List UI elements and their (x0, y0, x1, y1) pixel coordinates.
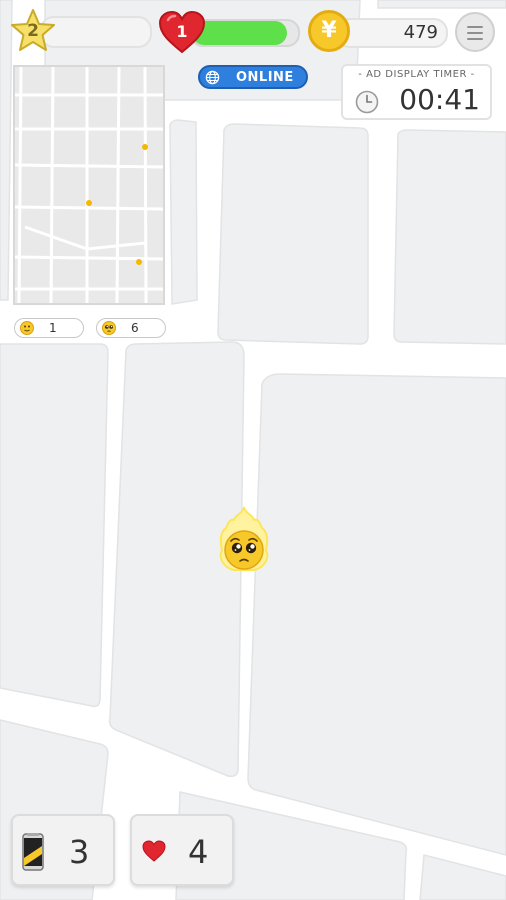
ad-timer-value: 00:41 (399, 83, 480, 116)
inventory-slot-heart[interactable]: 4 (130, 814, 234, 886)
online-label: ONLINE (236, 70, 294, 85)
city-block (393, 129, 506, 345)
pleading-face-icon (224, 530, 264, 570)
energy-drink-icon (22, 833, 44, 871)
hearts-badge: 1 (158, 10, 206, 54)
menu-icon (467, 26, 483, 28)
minimap-player-marker (136, 259, 142, 265)
globe-icon (205, 70, 220, 85)
inventory-slot-energy-drink[interactable]: 3 (11, 814, 115, 886)
menu-button[interactable] (455, 12, 495, 52)
minimap-counter-pleading: 6 (96, 318, 166, 338)
smiley-count: 1 (49, 321, 57, 335)
minimap-counter-smiley: 1 (14, 318, 84, 338)
city-block (217, 123, 369, 345)
ad-timer-title: - AD DISPLAY TIMER - (358, 69, 475, 80)
pleading-face-icon (102, 321, 116, 335)
city-block (0, 343, 109, 708)
online-status: ONLINE (198, 65, 308, 89)
city-block (247, 373, 506, 856)
minimap-player-marker (86, 200, 92, 206)
health-bar (190, 19, 300, 47)
smiley-face-icon (20, 321, 34, 335)
level-number: 2 (27, 21, 39, 41)
ad-display-timer: - AD DISPLAY TIMER - 00:41 (341, 64, 492, 120)
coins-count: 479 (403, 22, 438, 43)
energy-drink-count: 3 (69, 833, 90, 871)
level-badge: 2 (10, 8, 56, 54)
hearts-number: 1 (176, 22, 188, 41)
coin-icon: ¥ (308, 10, 350, 52)
clock-icon (355, 90, 379, 114)
heart-icon (142, 840, 166, 862)
pleading-count: 6 (131, 321, 139, 335)
city-block (169, 119, 198, 305)
minimap[interactable] (13, 65, 165, 305)
health-bar-fill (192, 21, 288, 45)
city-block (377, 0, 506, 9)
heart-item-count: 4 (188, 833, 209, 871)
player-character[interactable] (214, 506, 274, 578)
xp-bar (40, 16, 152, 48)
minimap-roads (15, 67, 163, 303)
minimap-player-marker (142, 144, 148, 150)
